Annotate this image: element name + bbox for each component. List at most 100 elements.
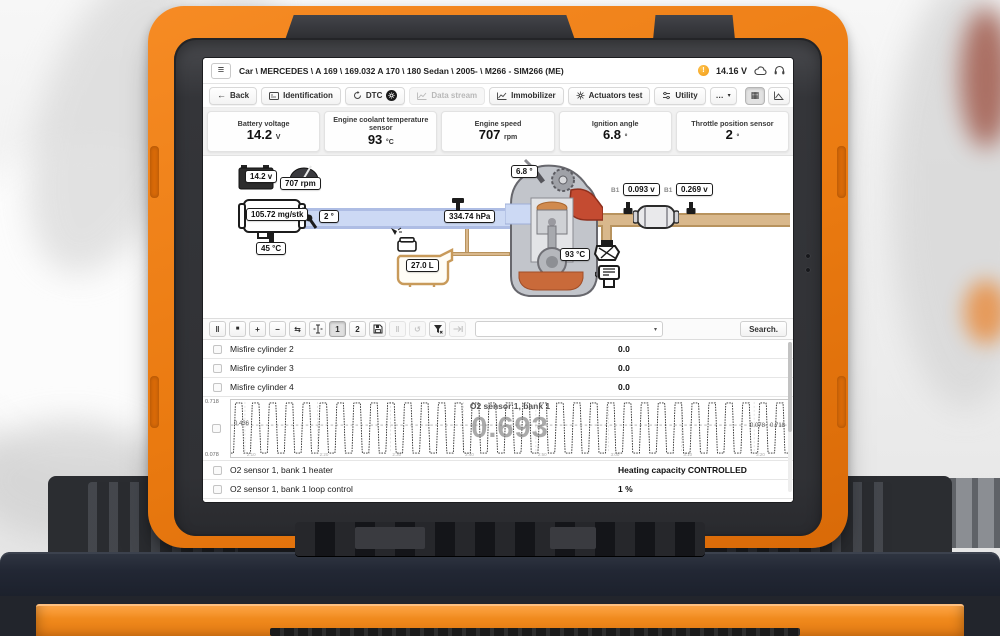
y-max-label: 0.718: [205, 399, 219, 405]
air-mass-label[interactable]: 105.72 mg/stk: [246, 208, 308, 221]
o2-sensor-post-icon: [686, 202, 696, 215]
battery-status-icon[interactable]: !: [698, 65, 709, 76]
top-bar: ≡ Car \ MERCEDES \ A 169 \ 169.032 A 170…: [203, 58, 793, 84]
view-switcher: ▦ ⤢ ↺: [745, 87, 793, 105]
o2-sensor-pre-icon: [623, 202, 633, 215]
stop-icon: ■: [236, 326, 240, 332]
id-card-icon: [269, 92, 279, 100]
grid-icon: ▦: [751, 91, 760, 100]
table-row[interactable]: Misfire cylinder 4 0.0: [203, 378, 793, 397]
tablet-screen: ≡ Car \ MERCEDES \ A 169 \ 169.032 A 170…: [203, 58, 793, 502]
svg-text:3:20: 3:20: [756, 452, 765, 457]
page-one-button[interactable]: 1: [329, 321, 346, 337]
chart-gutter: 0.718 0.078: [203, 397, 230, 460]
y-min-label: 0.078: [205, 452, 219, 458]
stream-filter-select[interactable]: ▾: [475, 321, 663, 337]
graph-icon: [774, 91, 784, 100]
chart-title: O2 sensor 1, bank 1: [231, 401, 789, 411]
filter-button[interactable]: [429, 321, 446, 337]
tile-battery-voltage[interactable]: Battery voltage 14.2 V: [207, 111, 320, 152]
row-checkbox[interactable]: [213, 485, 222, 494]
chevron-down-icon: ▾: [728, 93, 731, 99]
data-stream-button[interactable]: Data stream: [409, 87, 485, 105]
grid-view-button[interactable]: ▦: [745, 87, 766, 105]
row-checkbox[interactable]: [213, 345, 222, 354]
range-label: 0.078 : 0.718: [750, 423, 785, 429]
table-row[interactable]: Misfire cylinder 3 0.0: [203, 359, 793, 378]
intake-temp-label[interactable]: 45 °C: [256, 242, 286, 255]
svg-text:2:10: 2:10: [247, 452, 256, 457]
row-checkbox[interactable]: [212, 424, 221, 433]
plus-icon: +: [255, 325, 260, 334]
table-row[interactable]: O2 sensor 1, bank 1 loop control 1 %: [203, 480, 793, 499]
svg-text:2:50: 2:50: [538, 452, 547, 457]
table-row[interactable]: O2 sensor 1, bank 1 heater Heating capac…: [203, 461, 793, 480]
battery-voltage-label[interactable]: 14.2 v: [245, 170, 277, 183]
tablet-side-grip: [837, 376, 846, 428]
o2-post-bank-tag: B1: [664, 187, 672, 194]
menu-icon[interactable]: ≡: [211, 63, 231, 79]
map-pressure-label[interactable]: 334.74 hPa: [444, 210, 495, 223]
headset-icon[interactable]: [774, 65, 785, 76]
utility-button[interactable]: Utility: [654, 87, 705, 105]
diagnostic-tablet: ≡ Car \ MERCEDES \ A 169 \ 169.032 A 170…: [148, 6, 848, 548]
o2-post-voltage-label[interactable]: 0.269 v: [676, 183, 713, 196]
tile-coolant-temp[interactable]: Engine coolant temperature sensor 93 °C: [324, 111, 437, 152]
tablet-top-notch: [285, 15, 575, 40]
tablet-dock: [295, 522, 705, 556]
row-checkbox[interactable]: [213, 383, 222, 392]
identification-button[interactable]: Identification: [261, 87, 341, 105]
pause-button[interactable]: ‖: [209, 321, 226, 337]
coolant-temp-label[interactable]: 93 °C: [560, 248, 590, 261]
cart-front-edge: [0, 552, 1000, 600]
topbar-status: ! 14.16 V: [698, 65, 785, 76]
swap-button[interactable]: ⇆: [289, 321, 306, 337]
exhaust-pipe: [598, 213, 790, 227]
pause-record-button[interactable]: ‖: [389, 321, 406, 337]
throttle-angle-label[interactable]: 2 °: [319, 210, 339, 223]
row-checkbox[interactable]: [213, 364, 222, 373]
chart-icon: [417, 92, 427, 100]
row-checkbox[interactable]: [213, 466, 222, 475]
tile-engine-speed[interactable]: Engine speed 707 rpm: [441, 111, 554, 152]
stream-toolbar: ‖ ■ + − ⇆ 1 2 ‖ ↺: [203, 318, 793, 340]
dtc-settings-badge: [386, 90, 397, 101]
background-blur-orange-object: [964, 280, 1000, 344]
chart-icon: [497, 92, 507, 100]
live-value-tiles: Battery voltage 14.2 V Engine coolant te…: [203, 108, 793, 156]
engine-block-icon: [505, 158, 603, 302]
remove-button[interactable]: −: [269, 321, 286, 337]
add-button[interactable]: +: [249, 321, 266, 337]
fuel-level-label[interactable]: 27.0 L: [406, 259, 439, 272]
o2-pre-voltage-label[interactable]: 0.093 v: [623, 183, 660, 196]
more-button[interactable]: …▾: [710, 87, 737, 105]
cloud-icon[interactable]: [754, 66, 767, 76]
tile-ignition-angle[interactable]: Ignition angle 6.8 °: [559, 111, 672, 152]
immobilizer-button[interactable]: Immobilizer: [489, 87, 563, 105]
rpm-label[interactable]: 707 rpm: [280, 177, 321, 190]
cursor-button[interactable]: [309, 321, 326, 337]
refresh-button[interactable]: ↺: [409, 321, 426, 337]
table-row[interactable]: Misfire cylinder 2 0.0: [203, 340, 793, 359]
filter-icon: [433, 324, 443, 334]
stop-button[interactable]: ■: [229, 321, 246, 337]
tablet-side-grip: [150, 146, 159, 198]
minus-icon: −: [275, 325, 280, 334]
dtc-button[interactable]: DTC: [345, 87, 405, 105]
actuators-test-button[interactable]: Actuators test: [568, 87, 651, 105]
utility-icon: [662, 91, 671, 100]
page-two-button[interactable]: 2: [349, 321, 366, 337]
data-stream-list: Misfire cylinder 2 0.0 Misfire cylinder …: [203, 340, 793, 502]
tile-throttle-position[interactable]: Throttle position sensor 2 °: [676, 111, 789, 152]
save-button[interactable]: [369, 321, 386, 337]
search-button[interactable]: Search.: [740, 321, 787, 337]
gear-icon: [388, 92, 395, 99]
breadcrumb: Car \ MERCEDES \ A 169 \ 169.032 A 170 \…: [239, 66, 690, 76]
skip-button[interactable]: [449, 321, 466, 337]
ignition-angle-label[interactable]: 6.8 °: [511, 165, 538, 178]
o2-sensor-chart-row[interactable]: 0.718 0.078 O2 sensor 1, bank 1 0.436 0.…: [203, 397, 793, 461]
back-button[interactable]: ← Back: [209, 87, 257, 105]
cursor-ibeam-icon: [313, 324, 323, 334]
dtc-scan-icon: [353, 91, 362, 100]
graph-view-button[interactable]: [768, 87, 790, 105]
